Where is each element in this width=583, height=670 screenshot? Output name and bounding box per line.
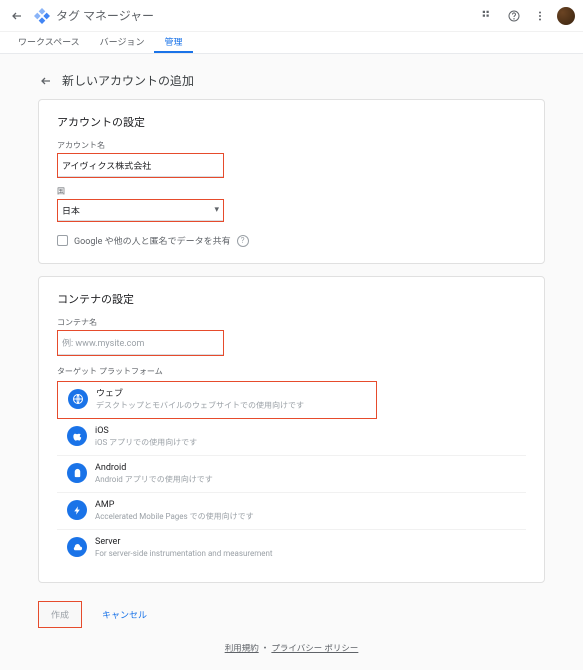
platform-name: AMP bbox=[95, 500, 254, 512]
share-data-label: Google や他の人と匿名でデータを共有 bbox=[74, 234, 231, 247]
app-title: タグ マネージャー bbox=[56, 7, 154, 24]
country-select[interactable]: 日本 ▾ bbox=[58, 200, 223, 221]
page-title: 新しいアカウントの追加 bbox=[62, 72, 194, 89]
global-header: タグ マネージャー bbox=[0, 0, 583, 32]
share-data-checkbox[interactable] bbox=[57, 235, 68, 246]
user-avatar[interactable] bbox=[557, 7, 575, 25]
platform-desc: Accelerated Mobile Pages での使用向けです bbox=[95, 512, 254, 522]
platform-name: Android bbox=[95, 463, 213, 475]
account-name-input[interactable] bbox=[58, 156, 223, 177]
container-name-input[interactable] bbox=[58, 334, 223, 355]
footer-separator: ・ bbox=[261, 644, 270, 654]
chevron-down-icon: ▾ bbox=[214, 205, 219, 215]
country-label: 国 bbox=[57, 186, 526, 197]
amp-icon bbox=[67, 500, 87, 520]
container-settings-card: コンテナの設定 コンテナ名 ターゲット プラットフォーム ウェブ デスクトップと… bbox=[38, 276, 545, 583]
country-value: 日本 bbox=[62, 204, 80, 217]
nav-back-button[interactable] bbox=[8, 7, 26, 25]
platform-label: ターゲット プラットフォーム bbox=[57, 366, 526, 377]
privacy-link[interactable]: プライバシー ポリシー bbox=[271, 644, 358, 654]
platform-desc: Android アプリでの使用向けです bbox=[95, 475, 213, 485]
platform-option-amp[interactable]: AMP Accelerated Mobile Pages での使用向けです bbox=[57, 493, 526, 530]
help-icon[interactable] bbox=[503, 5, 525, 27]
ios-icon bbox=[67, 426, 87, 446]
platform-name: iOS bbox=[95, 426, 197, 438]
platform-option-web[interactable]: ウェブ デスクトップとモバイルのウェブサイトでの使用向けです bbox=[57, 381, 377, 419]
platform-desc: iOS アプリでの使用向けです bbox=[95, 438, 197, 448]
platform-desc: For server-side instrumentation and meas… bbox=[95, 549, 273, 559]
footer-links: 利用規約 ・ プライバシー ポリシー bbox=[38, 636, 545, 660]
container-name-label: コンテナ名 bbox=[57, 317, 526, 328]
cancel-button[interactable]: キャンセル bbox=[90, 602, 159, 627]
account-settings-card: アカウントの設定 アカウント名 国 日本 ▾ Google や他の人と匿名でデー… bbox=[38, 99, 545, 264]
cloud-icon bbox=[67, 537, 87, 557]
container-section-title: コンテナの設定 bbox=[57, 291, 526, 307]
platform-name: ウェブ bbox=[96, 389, 304, 401]
create-button[interactable]: 作成 bbox=[39, 602, 81, 627]
platform-option-server[interactable]: Server For server-side instrumentation a… bbox=[57, 530, 526, 566]
terms-link[interactable]: 利用規約 bbox=[225, 644, 259, 654]
android-icon bbox=[67, 463, 87, 483]
account-name-label: アカウント名 bbox=[57, 140, 526, 151]
more-menu-icon[interactable] bbox=[529, 5, 551, 27]
app-switcher-icon[interactable] bbox=[477, 5, 499, 27]
tab-admin[interactable]: 管理 bbox=[154, 31, 192, 53]
platform-name: Server bbox=[95, 537, 273, 549]
platform-option-android[interactable]: Android Android アプリでの使用向けです bbox=[57, 456, 526, 493]
page-back-button[interactable] bbox=[38, 73, 54, 89]
platform-desc: デスクトップとモバイルのウェブサイトでの使用向けです bbox=[96, 401, 304, 411]
main-tabs: ワークスペース バージョン 管理 bbox=[0, 32, 583, 54]
platform-option-ios[interactable]: iOS iOS アプリでの使用向けです bbox=[57, 419, 526, 456]
tag-manager-logo-icon bbox=[34, 8, 50, 24]
globe-icon bbox=[68, 389, 88, 409]
account-section-title: アカウントの設定 bbox=[57, 114, 526, 130]
help-tooltip-icon[interactable]: ? bbox=[237, 235, 249, 247]
action-buttons: 作成 キャンセル bbox=[38, 595, 545, 636]
tab-workspace[interactable]: ワークスペース bbox=[8, 31, 90, 53]
tab-version[interactable]: バージョン bbox=[90, 31, 155, 53]
